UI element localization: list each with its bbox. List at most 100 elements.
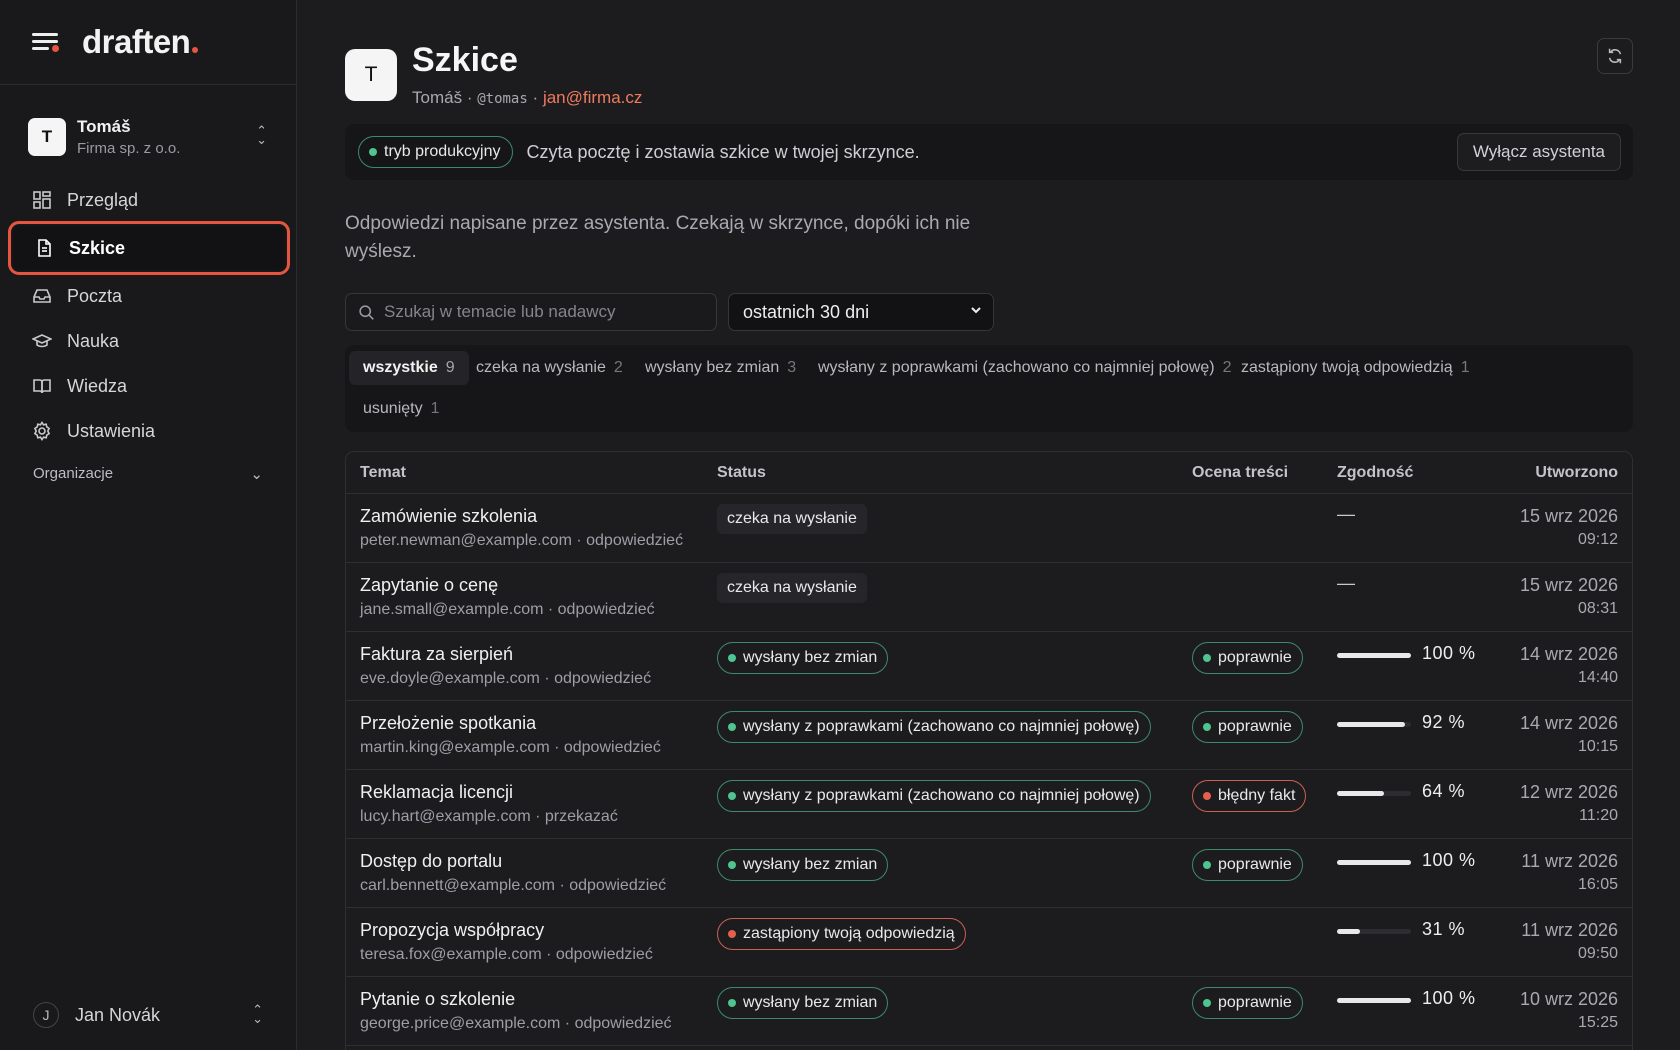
table-row[interactable]: Pytanie o szkolenie george.price@example.… xyxy=(346,977,1632,1046)
match-bar xyxy=(1337,929,1411,934)
row-meta: peter.newman@example.com · odpowiedzieć xyxy=(360,532,684,549)
row-subject[interactable]: Faktura za sierpień xyxy=(360,644,513,665)
period-select[interactable]: ostatnich 30 dni xyxy=(728,293,994,331)
row-date: 14 wrz 2026 xyxy=(1519,713,1618,733)
owner-name: Tomáš xyxy=(412,88,463,107)
row-time: 15:25 xyxy=(1577,1014,1618,1031)
book-icon xyxy=(33,379,51,394)
page-subtitle: Tomáš · @tomas · jan@firma.cz xyxy=(412,88,642,108)
status-dot xyxy=(1203,792,1211,800)
sidebar-item-poczta[interactable]: Poczta xyxy=(12,274,286,318)
filter-tab-all[interactable]: wszystkie 9 xyxy=(349,351,469,385)
score-label: poprawnie xyxy=(1218,856,1292,873)
row-subject[interactable]: Reklamacja licencji xyxy=(360,782,513,803)
column-header-subject[interactable]: Temat xyxy=(360,464,406,482)
organizations-toggle[interactable]: Organizacje ⌄ xyxy=(33,465,263,483)
sidebar-item-label: Szkice xyxy=(69,237,126,258)
filter-count: 1 xyxy=(1460,359,1470,376)
column-header-match[interactable]: Zgodność xyxy=(1337,464,1413,482)
banner-text: Czyta pocztę i zostawia szkice w twojej … xyxy=(526,141,920,162)
filter-tab-sent-edited[interactable]: wysłany z poprawkami (zachowano co najmn… xyxy=(804,351,1246,385)
row-subject[interactable]: Propozycja współpracy xyxy=(360,920,544,941)
account-switcher[interactable]: T Tomáš Firma sp. z o.o. ⌃ ⌄ xyxy=(0,102,297,172)
owner-email[interactable]: jan@firma.cz xyxy=(543,88,642,107)
sidebar-item-szkice[interactable]: Szkice xyxy=(8,221,290,275)
table-row[interactable]: Faktura za sierpień eve.doyle@example.com… xyxy=(346,632,1632,701)
table-row[interactable]: Dostęp do portalu carl.bennett@example.co… xyxy=(346,839,1632,908)
match-bar-fill xyxy=(1337,998,1411,1003)
score-badge: poprawnie xyxy=(1192,849,1303,881)
row-subject[interactable]: Pytanie o szkolenie xyxy=(360,989,515,1010)
status-dot xyxy=(1203,861,1211,869)
menu-icon[interactable] xyxy=(32,31,60,53)
chevron-up-down-icon: ⌃ ⌄ xyxy=(252,1002,263,1026)
page-header: T Szkice Tomáš · @tomas · jan@firma.cz xyxy=(345,42,642,108)
document-icon xyxy=(38,239,51,257)
disable-assistant-button[interactable]: Wyłącz asystenta xyxy=(1456,133,1621,171)
filter-tab-deleted[interactable]: usunięty 1 xyxy=(349,392,454,426)
row-action: odpowiedzieć xyxy=(555,946,653,963)
sidebar-item-label: Przegląd xyxy=(67,189,139,210)
status-badge: wysłany z poprawkami (zachowano co najmn… xyxy=(717,711,1151,743)
table-row[interactable]: Propozycja współpracy teresa.fox@example.… xyxy=(346,908,1632,977)
inbox-icon xyxy=(33,289,51,303)
row-subject[interactable]: Dostęp do portalu xyxy=(360,851,502,872)
row-meta: teresa.fox@example.com · odpowiedzieć xyxy=(360,946,653,963)
sidebar-item-wiedza[interactable]: Wiedza xyxy=(12,364,286,408)
sidebar-item-ustawienia[interactable]: Ustawienia xyxy=(12,409,286,453)
status-dot xyxy=(728,792,736,800)
sidebar-item-label: Wiedza xyxy=(67,375,128,396)
match-bar xyxy=(1337,791,1411,796)
row-subject[interactable]: Zamówienie szkolenia xyxy=(360,506,537,527)
column-header-status[interactable]: Status xyxy=(717,464,766,482)
organizations-label: Organizacje xyxy=(33,465,114,482)
status-dot xyxy=(369,148,377,156)
status-label: wysłany bez zmian xyxy=(743,994,878,1011)
row-time: 08:31 xyxy=(1577,600,1618,617)
avatar: J xyxy=(33,1002,59,1028)
status-dot xyxy=(728,861,736,869)
graduation-cap-icon xyxy=(32,334,52,348)
chevron-down-icon xyxy=(971,307,981,314)
table-row[interactable]: Zamówienie szkolenia peter.newman@example… xyxy=(346,494,1632,563)
dashboard-icon xyxy=(33,191,51,209)
assistant-mode-banner: tryb produkcyjny Czyta pocztę i zostawia… xyxy=(345,124,1633,180)
table-row[interactable]: Zapytanie o cenę jane.small@example.com ·… xyxy=(346,563,1632,632)
search-icon xyxy=(359,304,374,320)
column-header-created[interactable]: Utworzono xyxy=(1535,464,1618,482)
status-badge: czeka na wysłanie xyxy=(717,504,867,534)
status-dot xyxy=(728,723,736,731)
main-content: T Szkice Tomáš · @tomas · jan@firma.cz t… xyxy=(298,0,1680,1050)
score-badge: błędny fakt xyxy=(1192,780,1307,812)
account-name: Tomáš xyxy=(77,117,131,136)
table-row[interactable]: Reklamacja licencji lucy.hart@example.com… xyxy=(346,770,1632,839)
row-time: 09:50 xyxy=(1577,945,1618,962)
score-label: poprawnie xyxy=(1218,718,1292,735)
filter-tab-waiting[interactable]: czeka na wysłanie 2 xyxy=(462,351,637,385)
status-badge: wysłany z poprawkami (zachowano co najmn… xyxy=(717,780,1151,812)
sidebar-item-nauka[interactable]: Nauka xyxy=(12,319,286,363)
row-date: 11 wrz 2026 xyxy=(1521,920,1618,940)
row-action: odpowiedzieć xyxy=(563,739,661,756)
refresh-button[interactable] xyxy=(1597,38,1633,74)
row-date: 12 wrz 2026 xyxy=(1519,782,1618,802)
user-menu[interactable]: J Jan Novák ⌃ ⌄ xyxy=(33,1002,263,1028)
row-subject[interactable]: Zapytanie o cenę xyxy=(360,575,498,596)
filter-tab-sent-unchanged[interactable]: wysłany bez zmian 3 xyxy=(631,351,810,385)
row-sender: peter.newman@example.com xyxy=(360,532,572,549)
search-input[interactable] xyxy=(384,302,704,322)
filter-tab-replaced[interactable]: zastąpiony twoją odpowiedzią 1 xyxy=(1227,351,1484,385)
search-box[interactable] xyxy=(345,293,717,331)
column-header-score[interactable]: Ocena treści xyxy=(1192,464,1288,482)
status-dot xyxy=(1203,723,1211,731)
row-sender: jane.small@example.com xyxy=(360,601,544,618)
refresh-icon xyxy=(1608,48,1622,64)
table-row[interactable]: Przełożenie spotkania martin.king@example… xyxy=(346,701,1632,770)
row-subject[interactable]: Przełożenie spotkania xyxy=(360,713,536,734)
row-sender: martin.king@example.com xyxy=(360,739,550,756)
score-badge: poprawnie xyxy=(1192,711,1303,743)
filter-label: zastąpiony twoją odpowiedzią xyxy=(1241,359,1453,376)
sidebar-item-przeglad[interactable]: Przegląd xyxy=(12,178,286,222)
row-sender: george.price@example.com xyxy=(360,1015,561,1032)
filter-label: wszystkie xyxy=(363,359,438,376)
